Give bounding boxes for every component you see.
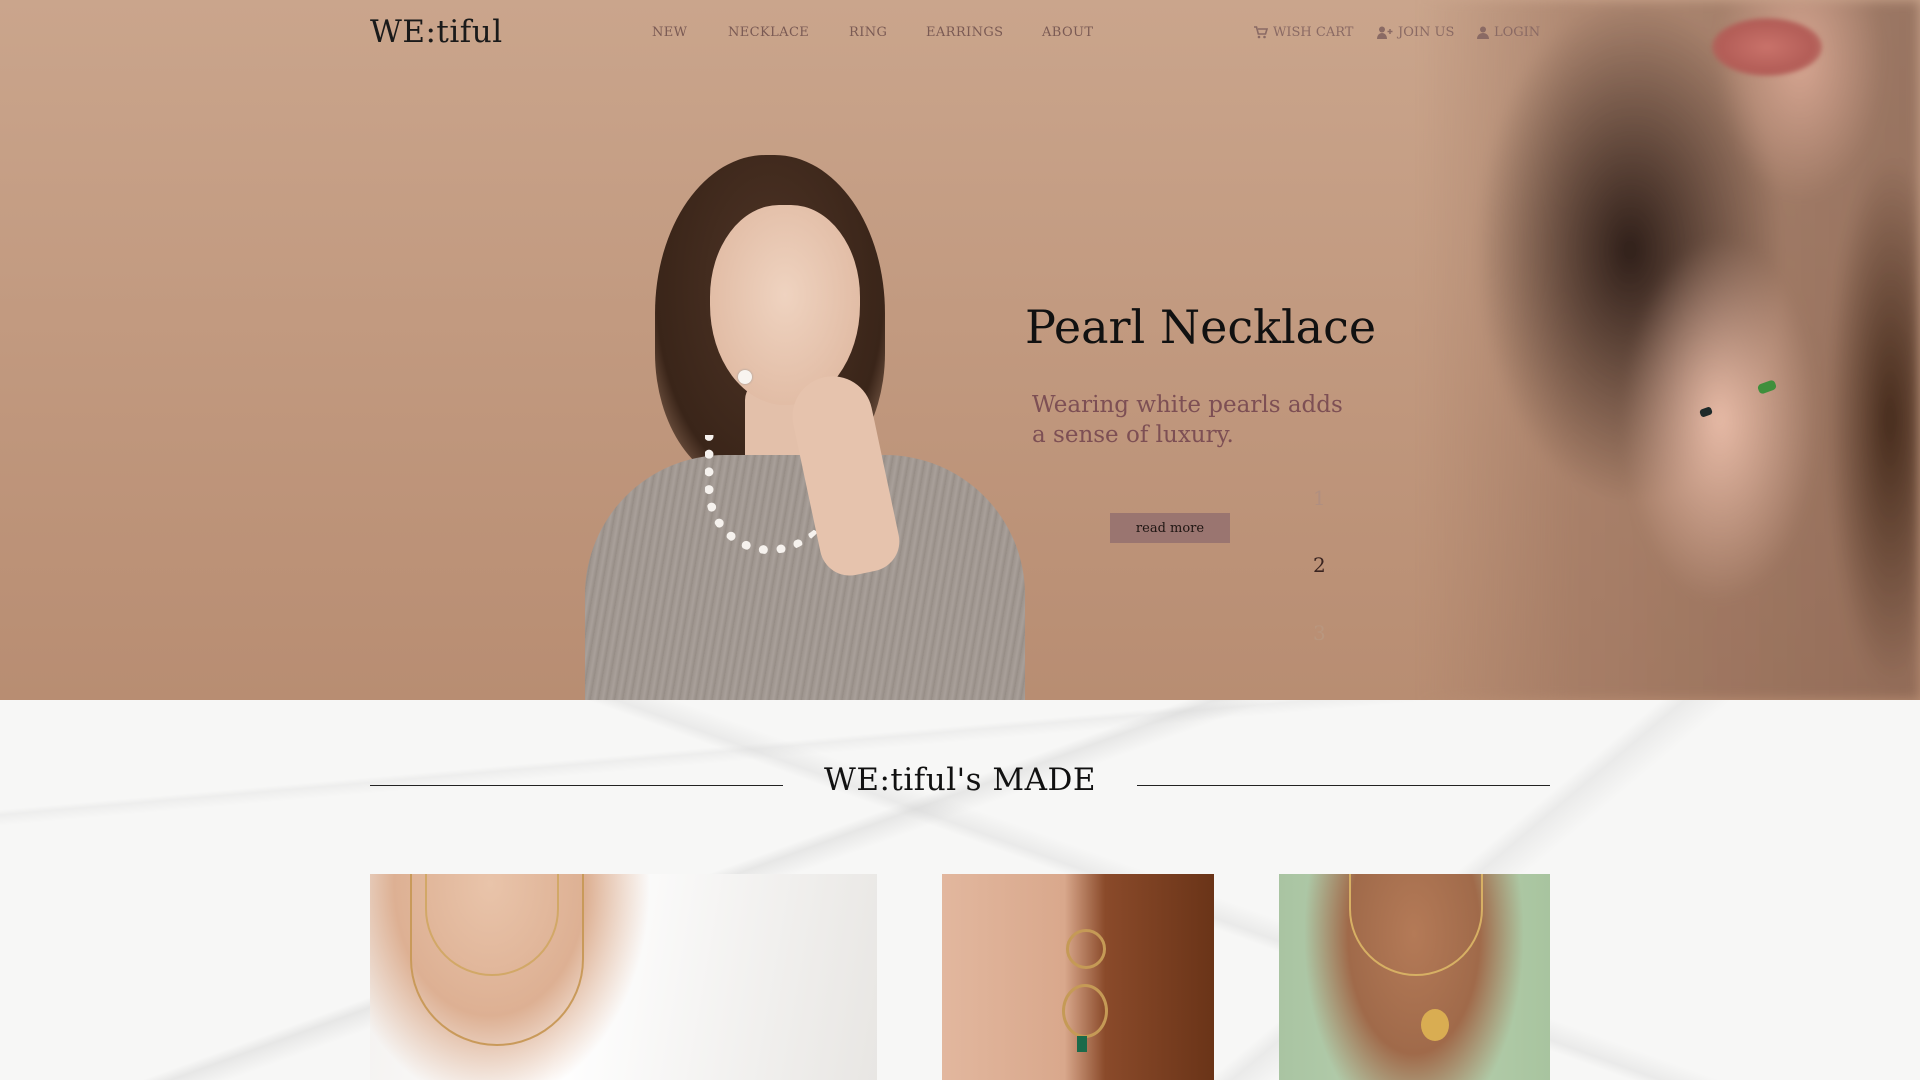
wish-cart-label: WISH CART <box>1273 25 1354 40</box>
user-icon <box>1477 26 1489 39</box>
nav-item-about[interactable]: ABOUT <box>1042 25 1093 40</box>
earring-gem-image <box>1077 1036 1087 1052</box>
model-face <box>710 205 860 405</box>
slide-pager-2[interactable]: 2 <box>1313 553 1326 577</box>
main-nav: NEW NECKLACE RING EARRINGS ABOUT <box>0 25 1920 45</box>
locket-pendant-image <box>1421 1009 1449 1041</box>
product-card-layered-necklace[interactable] <box>370 874 877 1080</box>
nav-item-earrings[interactable]: EARRINGS <box>926 25 1003 40</box>
hero-model-photo <box>585 155 1025 700</box>
user-plus-icon <box>1377 26 1393 39</box>
nav-item-ring[interactable]: RING <box>849 25 887 40</box>
earring-hoop-image <box>1062 984 1108 1038</box>
hero-model-photo-right <box>1420 0 1920 700</box>
product-card-locket-necklace[interactable] <box>1279 874 1550 1080</box>
read-more-button[interactable]: read more <box>1110 513 1230 543</box>
cart-icon <box>1254 26 1268 39</box>
login-link[interactable]: LOGIN <box>1477 25 1540 40</box>
pearl-earring-image <box>738 370 752 384</box>
section-title: WE:tiful's MADE <box>823 762 1097 798</box>
product-card-hoop-earrings[interactable] <box>942 874 1214 1080</box>
hero-title: Pearl Necklace <box>1025 300 1377 354</box>
wish-cart-link[interactable]: WISH CART <box>1254 25 1353 40</box>
necklace-chain-image <box>1349 874 1483 976</box>
slide-pager-3[interactable]: 3 <box>1313 621 1326 645</box>
nav-item-new[interactable]: NEW <box>652 25 687 40</box>
join-us-label: JOIN US <box>1398 25 1455 40</box>
login-label: LOGIN <box>1494 25 1541 40</box>
hero-subtitle: Wearing white pearls adds a sense of lux… <box>1032 392 1343 448</box>
join-us-link[interactable]: JOIN US <box>1377 25 1454 40</box>
slide-pager-1[interactable]: 1 <box>1313 486 1326 510</box>
earring-hoop-image <box>1066 929 1106 969</box>
hero-banner: Pearl Necklace Wearing white pearls adds… <box>0 0 1920 700</box>
nav-item-necklace[interactable]: NECKLACE <box>728 25 809 40</box>
